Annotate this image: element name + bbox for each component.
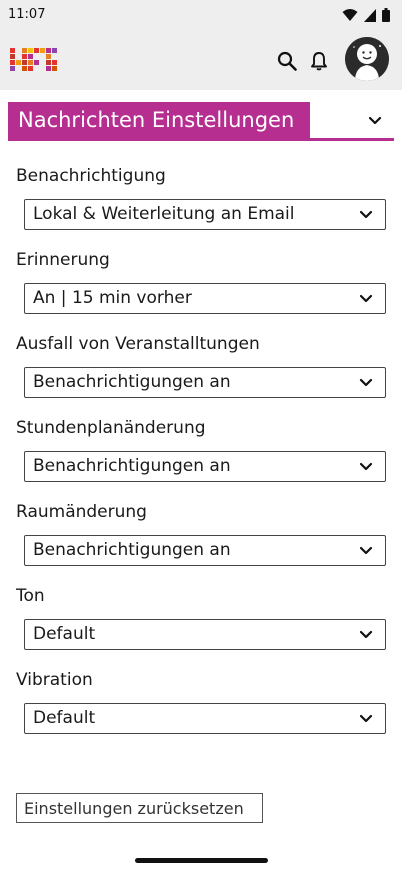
label-erinnerung: Erinnerung	[16, 250, 110, 270]
battery-icon	[382, 8, 390, 22]
label-stundenplanaenderung: Stundenplanänderung	[16, 418, 206, 438]
status-icons	[342, 8, 390, 22]
wifi-icon	[342, 8, 358, 22]
section-underline	[8, 138, 394, 141]
label-ton: Ton	[16, 586, 45, 606]
select-value: Default	[33, 708, 96, 728]
select-value: Default	[33, 624, 96, 644]
app-bar	[0, 32, 402, 90]
label-benachrichtigung: Benachrichtigung	[16, 166, 166, 186]
home-indicator[interactable]	[135, 858, 268, 863]
label-vibration: Vibration	[16, 670, 93, 690]
chevron-down-icon	[359, 546, 373, 555]
section-title: Nachrichten Einstellungen	[8, 102, 310, 138]
status-bar: 11:07	[0, 0, 402, 32]
hfs-logo[interactable]	[10, 48, 58, 74]
select-value: Benachrichtigungen an	[33, 456, 231, 476]
chevron-down-icon[interactable]	[364, 110, 386, 132]
label-ausfall: Ausfall von Veranstalltungen	[16, 334, 260, 354]
select-value: Benachrichtigungen an	[33, 372, 231, 392]
select-value: Benachrichtigungen an	[33, 540, 231, 560]
chevron-down-icon	[359, 462, 373, 471]
select-benachrichtigung[interactable]: Lokal & Weiterleitung an Email	[24, 199, 386, 230]
status-time: 11:07	[8, 7, 46, 22]
signal-icon	[364, 8, 376, 22]
select-ausfall[interactable]: Benachrichtigungen an	[24, 367, 386, 398]
chevron-down-icon	[359, 714, 373, 723]
select-ton[interactable]: Default	[24, 619, 386, 650]
select-stundenplanaenderung[interactable]: Benachrichtigungen an	[24, 451, 386, 482]
select-vibration[interactable]: Default	[24, 703, 386, 734]
search-icon[interactable]	[274, 48, 300, 74]
label-raumaenderung: Raumänderung	[16, 502, 147, 522]
select-value: Lokal & Weiterleitung an Email	[33, 204, 295, 224]
section-header: Nachrichten Einstellungen	[8, 102, 394, 141]
select-erinnerung[interactable]: An | 15 min vorher	[24, 283, 386, 314]
chevron-down-icon	[359, 378, 373, 387]
reset-settings-button[interactable]: Einstellungen zurücksetzen	[16, 793, 263, 823]
select-raumaenderung[interactable]: Benachrichtigungen an	[24, 535, 386, 566]
bell-icon[interactable]	[306, 48, 332, 74]
chevron-down-icon	[359, 210, 373, 219]
select-value: An | 15 min vorher	[33, 288, 192, 308]
chevron-down-icon	[359, 294, 373, 303]
avatar[interactable]	[345, 37, 389, 81]
chevron-down-icon	[359, 630, 373, 639]
